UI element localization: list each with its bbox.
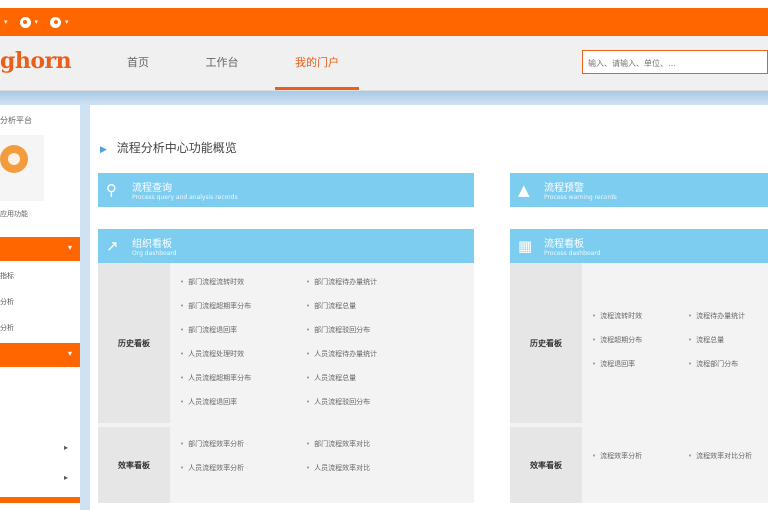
sidebar-section-1[interactable]: ▾ [0,237,80,261]
sidebar-section-2[interactable]: ▾ [0,343,80,367]
panel-title: 流程查询 [132,183,172,194]
tab-my-portal[interactable]: 我的门户 [275,36,359,90]
list-item[interactable]: • 部门流程待办量统计 [306,277,377,287]
list-item[interactable]: • 部门流程驳回分布 [306,325,370,335]
list-item[interactable]: • 人员流程总量 [306,373,356,383]
search-box [582,50,768,75]
list-item[interactable]: • 人员流程超期率分布 [180,373,251,383]
settings-menu[interactable]: ▾ [19,16,39,28]
chevron-right-icon[interactable]: ▸ [64,473,68,482]
chevron-down-icon: ▾ [67,243,72,252]
config-menu[interactable]: ▾ [50,16,69,28]
row-label: 效率看板 [510,427,582,503]
dashboard-icon: ▦ [518,237,533,255]
sidebar-divider [80,105,90,510]
triangle-marker-icon: ▶ [100,145,107,155]
panel-subtitle: Process dashboard [544,250,601,257]
chart-icon: ↗ [106,237,119,255]
list-item[interactable]: • 部门流程总量 [306,301,356,311]
list-item[interactable]: • 人员流程驳回分布 [306,397,370,407]
sidebar: 分析平台 应用功能 ▾ 指标 分析 分析 ▾ ▸ ▸ [0,105,81,510]
panel-title: 流程预警 [544,183,584,194]
org-dashboard-body: 历史看板 效率看板 • 部门流程流转时效 • 部门流程超期率分布 • 部门流程退回率 … [98,263,474,503]
page-title: ▶ 流程分析中心功能概览 [100,139,237,156]
chevron-down-icon: ▾ [4,18,8,26]
chevron-down-icon: ▾ [34,18,39,26]
row-label: 历史看板 [98,263,170,423]
sidebar-item[interactable]: 分析 [0,323,14,333]
app-menu[interactable]: ▾ [2,18,8,26]
tab-workbench[interactable]: 工作台 [180,36,264,90]
list-item[interactable]: • 部门流程流转时效 [180,277,244,287]
panel-process-warning[interactable]: ▲ 流程预警 Process warning records [510,173,768,207]
list-item[interactable]: • 人员流程待办量统计 [306,349,377,359]
logo: ghorn [0,48,72,74]
list-item[interactable]: • 流程超期分布 [592,335,642,345]
chevron-down-icon: ▾ [67,349,72,358]
sidebar-title: 分析平台 [0,116,32,125]
list-item[interactable]: • 流程退回率 [592,359,635,369]
process-dashboard-body: 历史看板 效率看板 • 流程流转时效 • 流程超期分布 • 流程退回率 • 流程待办量统… [510,263,768,503]
list-item[interactable]: • 人员流程效率对比 [306,463,370,473]
panel-title: 组织看板 [132,239,172,250]
search-input[interactable] [586,52,768,75]
list-item[interactable]: • 流程总量 [688,335,724,345]
list-item[interactable]: • 流程效率对比分析 [688,451,752,461]
main-content: ▶ 流程分析中心功能概览 ⚲ 流程查询 Process query and an… [90,105,768,510]
warning-icon: ▲ [518,181,530,199]
list-item[interactable]: • 流程流转时效 [592,311,642,321]
chevron-down-icon: ▾ [65,18,69,26]
page-title-text: 流程分析中心功能概览 [116,141,237,155]
list-item[interactable]: • 部门流程超期率分布 [180,301,251,311]
sidebar-item[interactable]: 指标 [0,271,14,281]
list-item[interactable]: • 流程效率分析 [592,451,642,461]
panel-subtitle: Process query and analysis records [132,194,238,201]
tab-home[interactable]: 首页 [96,36,180,90]
list-item[interactable]: • 流程待办量统计 [688,311,745,321]
sidebar-item[interactable]: 分析 [0,297,14,307]
top-bar: ▾ ▾ ▾ [0,8,768,36]
gear-icon [50,16,62,28]
list-item[interactable]: • 人员流程处理时效 [180,349,244,359]
app-card-label: 应用功能 [0,210,28,218]
chevron-right-icon[interactable]: ▸ [64,443,68,452]
gear-icon [19,16,31,28]
header-divider [0,91,768,105]
app-icon [0,145,28,173]
search-icon: ⚲ [106,181,117,199]
header: ghorn 首页 工作台 我的门户 [0,36,768,91]
list-item[interactable]: • 部门流程效率对比 [306,439,370,449]
main-nav: 首页 工作台 我的门户 [96,36,359,90]
panel-title: 流程看板 [544,239,584,250]
panel-org-dashboard: ↗ 组织看板 Org dashboard [98,229,474,263]
app-card[interactable] [0,135,44,201]
row-label: 历史看板 [510,263,582,423]
list-item[interactable]: • 人员流程效率分析 [180,463,244,473]
list-item[interactable]: • 部门流程退回率 [180,325,237,335]
panel-subtitle: Process warning records [544,194,617,201]
sidebar-section-3[interactable] [0,497,80,503]
list-item[interactable]: • 人员流程退回率 [180,397,237,407]
list-item[interactable]: • 流程部门分布 [688,359,738,369]
row-label: 效率看板 [98,427,170,503]
list-item[interactable]: • 部门流程效率分析 [180,439,244,449]
panel-subtitle: Org dashboard [132,250,177,257]
panel-process-dashboard: ▦ 流程看板 Process dashboard [510,229,768,263]
panel-process-query[interactable]: ⚲ 流程查询 Process query and analysis record… [98,173,474,207]
